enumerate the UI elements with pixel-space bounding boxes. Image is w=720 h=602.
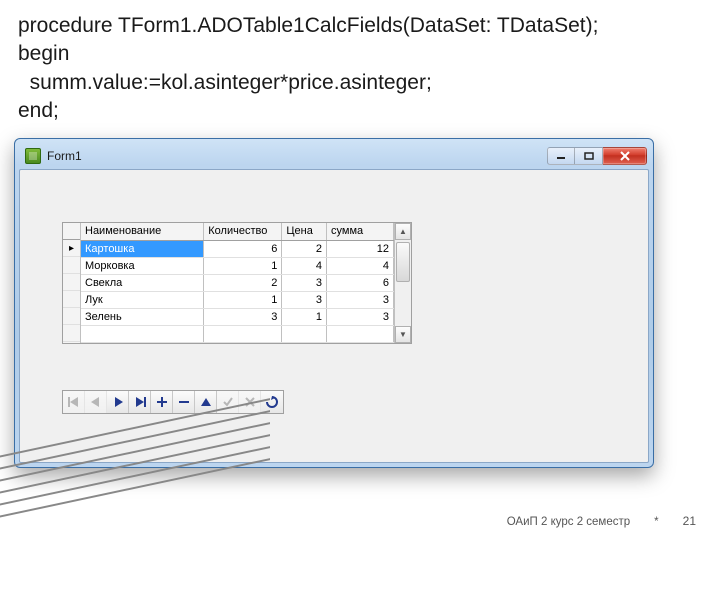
scroll-track[interactable] <box>395 240 411 326</box>
db-grid[interactable]: ▸ Наименование <box>62 222 412 344</box>
app-icon <box>25 148 41 164</box>
minimize-button[interactable] <box>547 147 575 165</box>
table-row[interactable]: Картошка 6 2 12 <box>81 240 394 257</box>
titlebar[interactable]: Form1 <box>19 143 649 169</box>
row-indicator-column: ▸ <box>63 223 81 343</box>
current-row-indicator-icon: ▸ <box>63 240 80 257</box>
nav-refresh-button[interactable] <box>261 391 283 413</box>
table-row[interactable]: Свекла 2 3 6 <box>81 274 394 291</box>
nav-next-button[interactable] <box>107 391 129 413</box>
col-sum: сумма <box>327 223 394 240</box>
close-button[interactable] <box>603 147 647 165</box>
scroll-down-icon[interactable]: ▼ <box>395 326 411 343</box>
table-row[interactable] <box>81 325 394 342</box>
nav-edit-button[interactable] <box>195 391 217 413</box>
table-row[interactable]: Зелень 3 1 3 <box>81 308 394 325</box>
footer-course: ОАиП 2 курс 2 семестр <box>507 516 630 528</box>
nav-delete-button[interactable] <box>173 391 195 413</box>
col-name: Наименование <box>81 223 204 240</box>
table-row[interactable]: Морковка 1 4 4 <box>81 257 394 274</box>
nav-insert-button[interactable] <box>151 391 173 413</box>
client-area: ▸ Наименование <box>19 169 649 463</box>
footer-star: * <box>654 516 658 528</box>
col-price: Цена <box>282 223 327 240</box>
maximize-button[interactable] <box>575 147 603 165</box>
nav-post-button[interactable] <box>217 391 239 413</box>
table-row[interactable]: Лук 1 3 3 <box>81 291 394 308</box>
nav-first-button[interactable] <box>63 391 85 413</box>
nav-cancel-button[interactable] <box>239 391 261 413</box>
nav-last-button[interactable] <box>129 391 151 413</box>
app-window: Form1 ▸ <box>14 138 654 468</box>
scroll-up-icon[interactable]: ▲ <box>395 223 411 240</box>
col-qty: Количество <box>204 223 282 240</box>
grid-header-row[interactable]: Наименование Количество Цена сумма <box>81 223 394 240</box>
slide-footer: ОАиП 2 курс 2 семестр * 21 <box>507 514 696 528</box>
source-code: procedure TForm1.ADOTable1CalcFields(Dat… <box>0 0 720 133</box>
page-number: 21 <box>683 514 696 528</box>
window-title: Form1 <box>47 149 547 163</box>
scroll-thumb[interactable] <box>396 242 410 282</box>
nav-prior-button[interactable] <box>85 391 107 413</box>
db-navigator <box>62 390 284 414</box>
vertical-scrollbar[interactable]: ▲ ▼ <box>394 223 411 343</box>
